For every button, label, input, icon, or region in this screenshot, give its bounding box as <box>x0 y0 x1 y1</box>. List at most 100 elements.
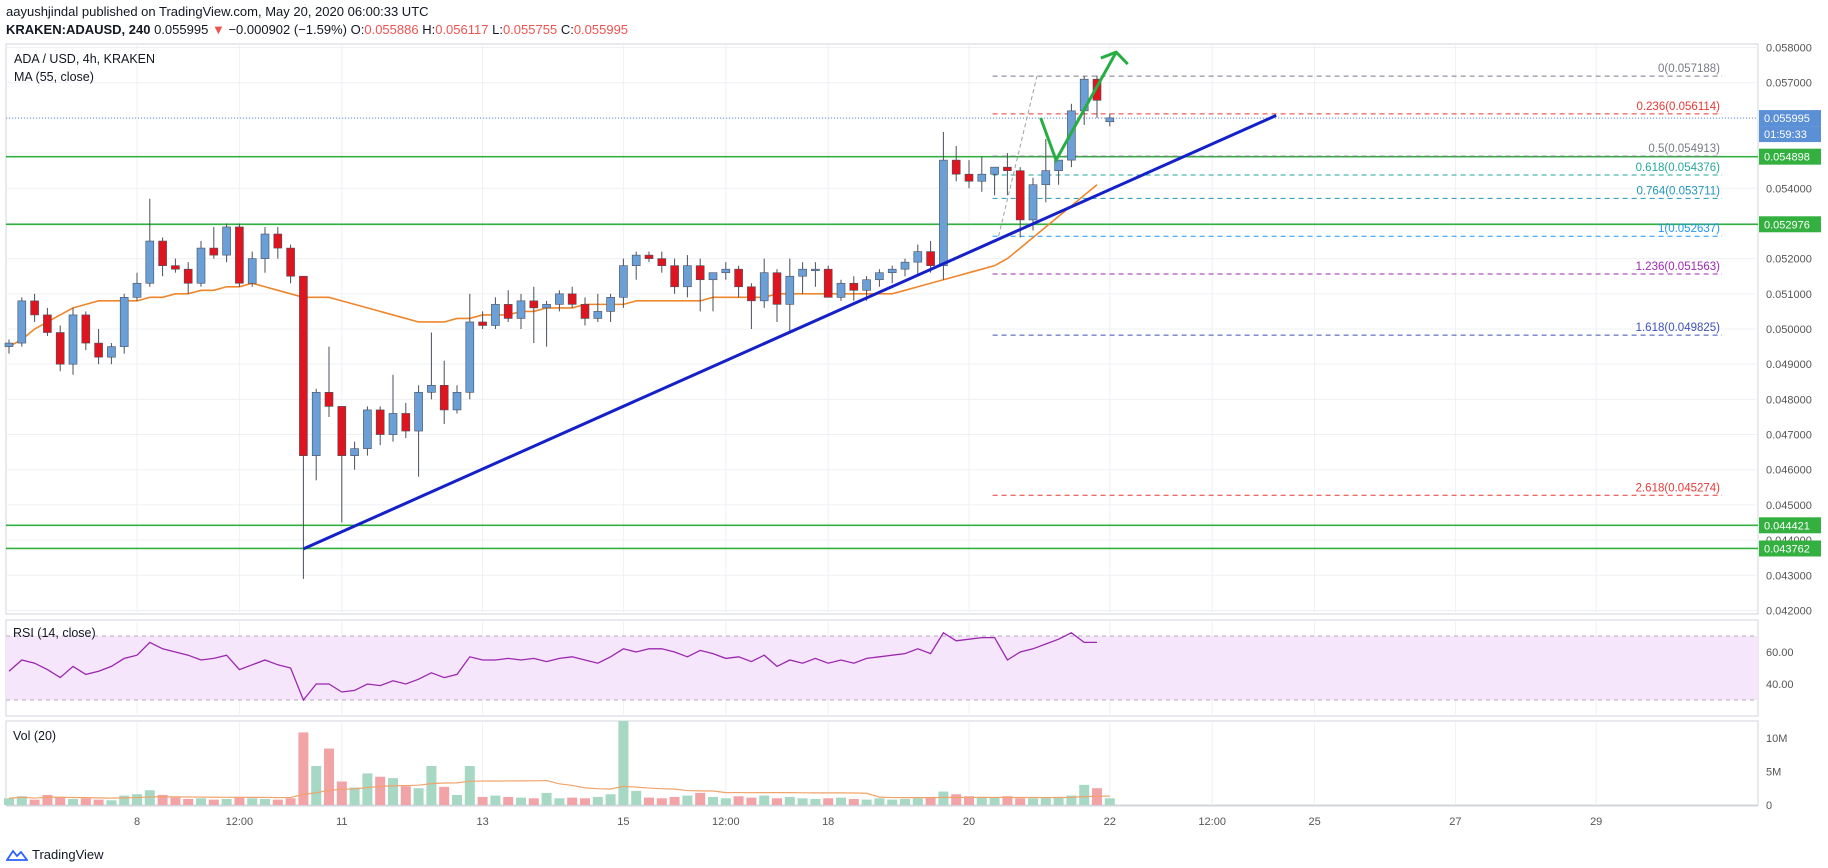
volume-legend: Vol (20) <box>13 729 57 743</box>
tradingview-brand: TradingView <box>32 847 104 862</box>
candle-body <box>222 226 231 256</box>
candle-body <box>1105 117 1115 123</box>
time-axis-tick: 29 <box>1590 816 1602 828</box>
fib-level-label: 1.236(0.051563) <box>1636 261 1721 273</box>
price-axis-tick: 0.058000 <box>1766 43 1812 55</box>
candle-body <box>350 448 359 456</box>
time-axis-tick: 11 <box>336 816 347 828</box>
volume-bar <box>605 794 616 805</box>
volume-bar <box>119 795 130 805</box>
fib-level-label: 1(0.052637) <box>1658 223 1720 235</box>
time-axis-tick: 22 <box>1104 816 1116 828</box>
volume-bar <box>567 797 578 805</box>
volume-bar <box>874 798 885 805</box>
candle-body <box>1041 170 1051 186</box>
volume-bar <box>631 790 642 805</box>
volume-bar <box>336 781 347 805</box>
fib-level-label: 0.764(0.053711) <box>1636 185 1720 197</box>
candle-body <box>324 392 334 407</box>
volume-bar <box>413 788 424 805</box>
fib-level-label: 0.236(0.056114) <box>1636 101 1720 113</box>
volume-bar <box>1040 797 1051 805</box>
fib-level-label: 0(0.057188) <box>1658 63 1720 75</box>
candle-body <box>17 300 27 344</box>
candle-body <box>235 226 244 284</box>
volume-bar <box>695 792 706 805</box>
candle-body <box>119 297 129 347</box>
volume-bar <box>848 798 859 805</box>
tradingview-logo[interactable]: TradingView <box>6 847 104 862</box>
volume-bar <box>247 798 258 805</box>
volume-bar <box>976 796 987 805</box>
volume-axis-tick: 10M <box>1766 733 1787 745</box>
fib-level-label: 0.5(0.054913) <box>1648 143 1720 155</box>
candle-body <box>286 247 295 277</box>
price-axis-tick: 0.042000 <box>1766 605 1812 617</box>
volume-bar <box>951 794 962 805</box>
price-label-text: 01:59:33 <box>1764 129 1807 141</box>
volume-bar <box>29 799 40 805</box>
candle-body <box>145 240 155 284</box>
volume-bar <box>42 794 53 805</box>
volume-bar <box>349 787 360 805</box>
volume-bar <box>80 798 91 805</box>
candle-body <box>811 268 820 271</box>
candle-body <box>68 314 78 365</box>
candle-body <box>427 384 436 393</box>
candle-body <box>708 272 718 281</box>
volume-bar <box>324 748 334 805</box>
volume-bar <box>644 797 654 805</box>
volume-bar <box>746 797 757 805</box>
candle-body <box>465 321 475 393</box>
candle-body <box>388 413 398 435</box>
candle-body <box>4 342 14 347</box>
candle-body <box>580 304 590 319</box>
candle-body <box>683 265 692 288</box>
time-axis-tick: 8 <box>134 816 140 828</box>
volume-pane <box>5 720 1759 806</box>
candle-body <box>836 282 846 298</box>
volume-bar <box>823 798 834 805</box>
volume-bar <box>4 798 14 805</box>
candle-body <box>823 268 833 298</box>
price-label-text: 0.052976 <box>1764 219 1810 231</box>
volume-bar <box>772 798 782 805</box>
volume-bar <box>554 798 565 805</box>
candle-body <box>926 251 935 266</box>
candle-body <box>785 275 795 305</box>
volume-axis-tick: 0 <box>1766 800 1772 812</box>
volume-bar <box>1053 796 1064 805</box>
candle-body <box>747 286 756 302</box>
rsi-band <box>6 636 1758 700</box>
candle-body <box>491 304 500 326</box>
candle-body <box>887 268 897 274</box>
candle-body <box>337 406 347 456</box>
candle-body <box>619 265 628 298</box>
candle-body <box>273 233 283 249</box>
candle-body <box>107 346 116 358</box>
volume-bar <box>234 796 245 805</box>
fib-level-label: 1.618(0.049825) <box>1636 322 1721 334</box>
volume-bar <box>183 798 194 805</box>
candle-body <box>721 268 731 274</box>
candle-body <box>94 342 103 358</box>
candle-body <box>875 272 884 281</box>
candle-body <box>516 300 526 319</box>
volume-bar <box>362 773 373 805</box>
price-axis-tick: 0.051000 <box>1766 289 1812 301</box>
time-axis-tick: 27 <box>1449 816 1461 828</box>
candle-body <box>555 293 564 305</box>
candle-body <box>478 321 487 326</box>
chart-canvas[interactable]: 0.0580000.0570000.0560000.0550000.054000… <box>0 0 1828 868</box>
price-axis-tick: 0.050000 <box>1766 324 1812 336</box>
volume-bar <box>464 766 475 805</box>
volume-bar <box>1028 798 1038 805</box>
candle-body <box>977 173 987 182</box>
candle-body <box>439 384 449 411</box>
candle-body <box>452 392 462 411</box>
price-axis-tick: 0.052000 <box>1766 254 1812 266</box>
candle-body <box>964 173 974 182</box>
volume-bar <box>887 799 898 805</box>
volume-bar <box>938 791 949 805</box>
volume-bar <box>490 795 501 805</box>
